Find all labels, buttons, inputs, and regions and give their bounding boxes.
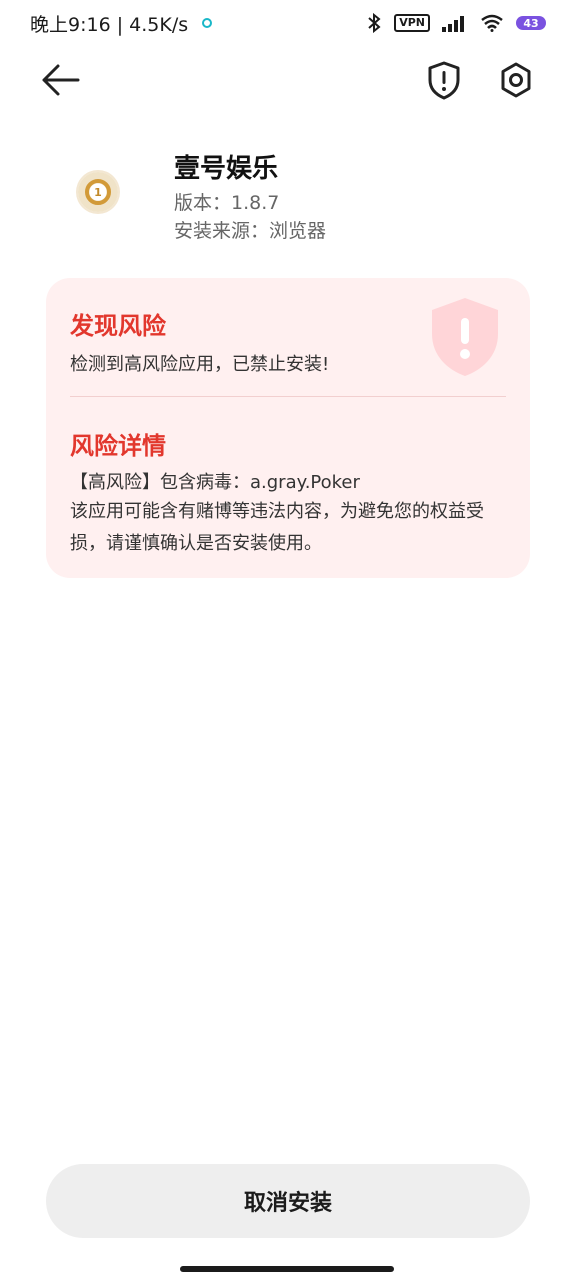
divider xyxy=(70,396,506,397)
cancel-install-button[interactable]: 取消安装 xyxy=(46,1164,530,1238)
risk-card: 发现风险 检测到高风险应用，已禁止安装! 风险详情 【高风险】包含病毒：a.gr… xyxy=(46,278,530,578)
risk-details-title: 风险详情 xyxy=(70,432,166,460)
risk-details-text: 该应用可能含有赌博等违法内容，为避免您的权益受损，请谨慎确认是否安装使用。 xyxy=(70,501,484,554)
bluetooth-icon xyxy=(368,13,381,33)
back-arrow-icon[interactable] xyxy=(40,62,80,98)
app-icon: 1 xyxy=(78,172,118,212)
vpn-badge: VPN xyxy=(394,14,430,32)
status-bar: 晚上9:16 | 4.5K/s VPN 43 xyxy=(0,0,576,46)
app-logo-icon: 1 xyxy=(85,179,111,205)
sync-dot-icon xyxy=(202,18,213,28)
settings-icon[interactable] xyxy=(498,60,534,100)
status-icons: VPN 43 xyxy=(366,13,546,33)
status-time-speed: 晚上9:16 | 4.5K/s xyxy=(30,13,189,36)
signal-icon xyxy=(442,16,464,32)
risk-title: 发现风险 xyxy=(70,312,166,340)
app-version: 版本：1.8.7 xyxy=(174,192,280,214)
wifi-icon xyxy=(481,14,503,32)
app-name: 壹号娱乐 xyxy=(174,154,279,184)
battery-level: 43 xyxy=(523,16,539,30)
home-indicator[interactable] xyxy=(180,1266,394,1272)
app-install-source: 安装来源：浏览器 xyxy=(174,220,327,242)
risk-virus-line: 【高风险】包含病毒：a.gray.Poker xyxy=(70,472,360,493)
shield-warning-icon xyxy=(432,298,498,376)
shield-alert-icon[interactable] xyxy=(426,60,462,100)
risk-description: 检测到高风险应用，已禁止安装! xyxy=(70,354,330,375)
status-left: 晚上9:16 | 4.5K/s xyxy=(30,10,213,37)
battery-icon: 43 xyxy=(516,16,546,30)
